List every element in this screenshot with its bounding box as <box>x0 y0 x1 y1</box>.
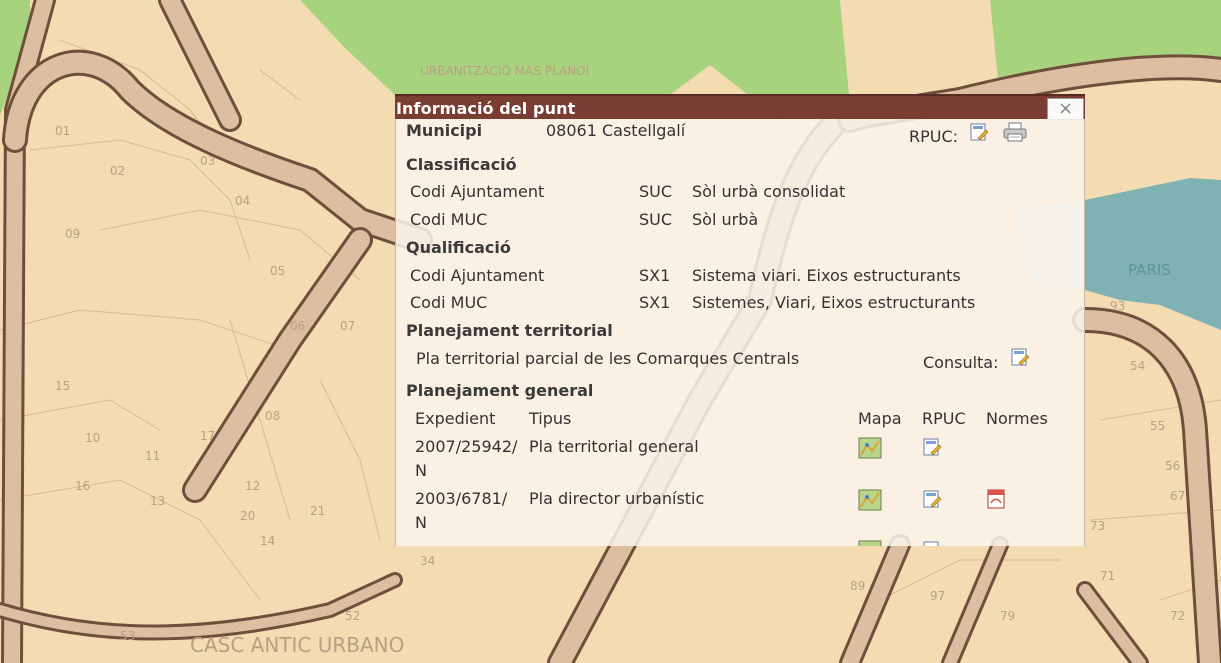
parcel-number: 21 <box>310 504 325 518</box>
parcel-number: 54 <box>1130 359 1145 373</box>
parcel-number: 89 <box>850 579 865 593</box>
parcel-number: 10 <box>85 431 100 445</box>
close-button[interactable]: × <box>1047 98 1084 120</box>
parcel-number: 13 <box>150 494 165 508</box>
rpuc-doc-icon[interactable] <box>922 489 942 509</box>
class-row-desc: Sòl urbà consolidat <box>692 182 846 201</box>
parcel-number: 55 <box>1150 419 1165 433</box>
parcel-number: 73 <box>1090 519 1105 533</box>
col-normes: Normes <box>986 409 1048 428</box>
classificacio-heading: Classificació <box>406 155 517 174</box>
expedient-line1: 2007/25942/ <box>415 437 518 456</box>
parcel-number: 16 <box>75 479 90 493</box>
col-rpuc: RPUC <box>922 409 966 428</box>
map-icon[interactable] <box>858 540 882 546</box>
parcel-number: 06 <box>290 319 305 333</box>
qual-row-code: SX1 <box>639 293 671 312</box>
parcel-number: 09 <box>65 227 80 241</box>
rpuc-doc-icon[interactable] <box>922 437 942 457</box>
parcel-number: 17 <box>200 429 215 443</box>
class-row-label: Codi Ajuntament <box>410 182 545 201</box>
popup-header: Informació del punt × <box>395 94 1085 120</box>
parcel-number: 72 <box>1170 609 1185 623</box>
parcel-number: 79 <box>1000 609 1015 623</box>
map-right-label: PARIS <box>1128 261 1171 279</box>
municipi-value: 08061 Castellgalí <box>546 121 686 140</box>
rpuc-doc-icon[interactable] <box>969 122 989 142</box>
parcel-number: 02 <box>110 164 125 178</box>
territorial-heading: Planejament territorial <box>406 321 613 340</box>
municipi-label: Municipi <box>406 121 483 140</box>
col-tipus: Tipus <box>529 409 572 428</box>
rpuc-label: RPUC: <box>909 127 959 146</box>
col-expedient: Expedient <box>415 409 496 428</box>
qualificacio-heading: Qualificació <box>406 238 511 257</box>
tipus-value: Pla territorial general <box>529 437 699 456</box>
class-row-label: Codi MUC <box>410 210 488 229</box>
parcel-number: 20 <box>240 509 255 523</box>
parcel-number: 08 <box>265 409 280 423</box>
parcel-number: 71 <box>1100 569 1115 583</box>
parcel-number: 04 <box>235 194 250 208</box>
point-info-popup: Informació del punt × Municipi 08061 Cas… <box>395 94 1085 546</box>
parcel-number: 03 <box>200 154 215 168</box>
map-area-label: URBANITZACIÓ MAS PLANOI <box>420 63 589 78</box>
parcel-number: 34 <box>420 554 435 568</box>
parcel-number: 93 <box>1110 299 1125 313</box>
class-row-code: SUC <box>639 210 673 229</box>
parcel-number: 01 <box>55 124 70 138</box>
map-icon[interactable] <box>858 437 882 459</box>
territorial-plan: Pla territorial parcial de les Comarques… <box>416 349 800 368</box>
qual-row-label: Codi MUC <box>410 293 488 312</box>
parcel-number: 56 <box>1165 459 1180 473</box>
parcel-number: 07 <box>340 319 355 333</box>
parcel-number: 14 <box>260 534 275 548</box>
popup-title: Informació del punt <box>396 99 576 118</box>
col-mapa: Mapa <box>858 409 902 428</box>
qual-row-desc: Sistemes, Viari, Eixos estructurants <box>692 293 976 312</box>
parcel-number: 05 <box>270 264 285 278</box>
expedient-line2: N <box>415 461 427 480</box>
expedient-line1: 2003/6781/ <box>415 489 508 508</box>
parcel-number: 52 <box>345 609 360 623</box>
map-bottom-label: CASC ANTIC URBANO <box>190 633 404 657</box>
parcel-number: 12 <box>245 479 260 493</box>
class-row-desc: Sòl urbà <box>692 210 759 229</box>
qual-row-desc: Sistema viari. Eixos estructurants <box>692 266 961 285</box>
pdf-icon[interactable] <box>986 489 1006 509</box>
qual-row-code: SX1 <box>639 266 671 285</box>
qual-row-label: Codi Ajuntament <box>410 266 545 285</box>
general-heading: Planejament general <box>406 381 594 400</box>
tipus-value: Pla director urbanístic <box>529 489 705 508</box>
expedient-line2: N <box>415 513 427 532</box>
map-icon[interactable] <box>858 489 882 511</box>
parcel-number: 11 <box>145 449 160 463</box>
parcel-number: 53 <box>120 629 135 643</box>
print-icon[interactable] <box>1003 122 1027 142</box>
consulta-label: Consulta: <box>923 353 999 372</box>
parcel-number: 15 <box>55 379 70 393</box>
consulta-doc-icon[interactable] <box>1010 347 1030 367</box>
popup-body: Municipi 08061 Castellgalí RPUC: Classif… <box>395 119 1085 546</box>
parcel-number: 97 <box>930 589 945 603</box>
parcel-number: 67 <box>1170 489 1185 503</box>
rpuc-doc-icon[interactable] <box>922 540 942 546</box>
class-row-code: SUC <box>639 182 673 201</box>
